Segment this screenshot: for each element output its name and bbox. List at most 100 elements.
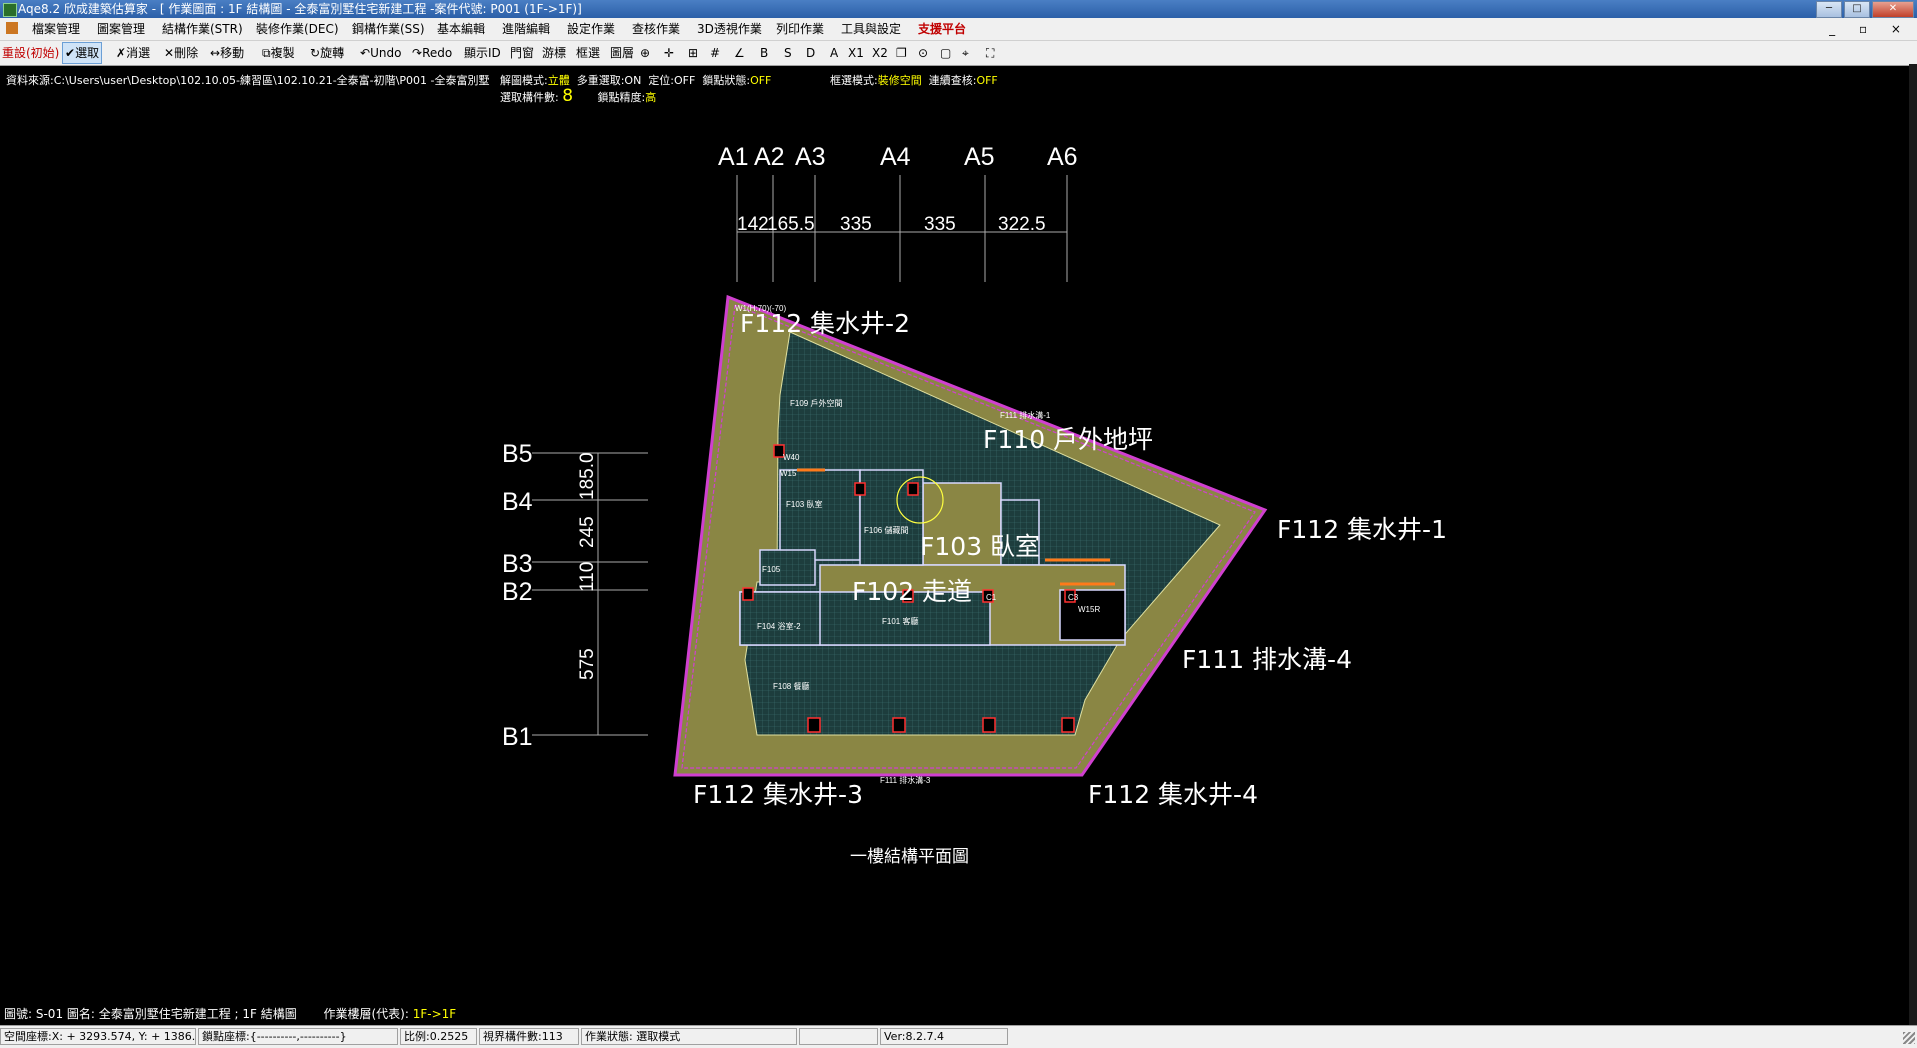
region-f102: F102 走道 [852,577,972,606]
floor-value: 1F->1F [412,1007,457,1021]
label-c1: C1 [986,593,997,602]
door-window-button[interactable]: 門窗 [510,42,534,64]
tool-a[interactable]: A [830,42,838,64]
redo-button[interactable]: ↷Redo [412,42,452,64]
menu-check[interactable]: 查核作業 [632,18,680,40]
menu-steel[interactable]: 鋼構作業(SS) [352,18,425,40]
dim-top-5: 322.5 [998,214,1046,235]
zoom-icon[interactable]: ⊙ [918,42,928,64]
window-title: Aqe8.2 欣成建築估算家 - [ 作業圖面 : 1F 結構圖 - 全泰富別墅… [18,2,582,16]
status-version: Ver:8.2.7.4 [880,1028,1008,1045]
snap-box-icon[interactable]: ⊞ [688,42,698,64]
axis-a3: A3 [795,143,826,171]
menu-basic-edit[interactable]: 基本編輯 [437,18,485,40]
dim-top-3: 335 [840,214,872,235]
label-f111-small: F111 排水溝-1 [1000,410,1051,420]
cursor-button[interactable]: 游標 [542,42,566,64]
left-axis-labels: B5 B4 B3 B2 B1 [502,440,533,751]
rect-icon[interactable]: ▢ [940,42,951,64]
column[interactable] [907,482,919,496]
delete-button[interactable]: ✕刪除 [164,42,198,64]
resize-grip-icon[interactable] [1903,1032,1915,1044]
menu-settings[interactable]: 設定作業 [567,18,615,40]
mdi-controls[interactable]: _ ▫ × [1829,18,1911,40]
column[interactable] [982,717,996,733]
drawing-caption: 一樓結構平面圖 [850,847,969,867]
region-f103: F103 臥室 [920,532,1040,561]
copy-icon: ⧉ [262,46,271,60]
column[interactable] [1061,717,1075,733]
app-menu-icon[interactable] [6,22,18,34]
deselect-button[interactable]: ✗消選 [116,42,150,64]
dim-top-1: 142 [737,214,769,235]
layer-button[interactable]: 圖層 [610,42,634,64]
maximize-button[interactable]: □ [1844,1,1870,18]
window-icon[interactable]: ❐ [896,42,907,64]
menu-tools[interactable]: 工具與設定 [841,18,901,40]
copy-button[interactable]: ⧉複製 [262,42,295,64]
dim-left-3: 110 [577,562,598,592]
redo-icon: ↷ [412,46,423,60]
tool-d[interactable]: D [806,42,815,64]
tool-s[interactable]: S [784,42,792,64]
column[interactable] [807,717,821,733]
menu-file[interactable]: 檔案管理 [32,18,80,40]
frame-select-button[interactable]: 框選 [576,42,600,64]
crosshair-icon[interactable]: ✛ [664,42,674,64]
label-c3: C3 [1068,593,1079,602]
axis-a4: A4 [880,143,911,171]
left-dimensions: 185.0 245 110 575 [577,452,598,680]
minimize-button[interactable]: ─ [1816,1,1842,18]
fit-icon[interactable]: ⛶ [986,42,994,64]
menu-3d[interactable]: 3D透視作業 [697,18,762,40]
angle-icon[interactable]: ∠ [734,42,745,64]
label-f108: F108 餐廳 [773,681,809,691]
drawing-canvas[interactable]: A1 A2 A3 A4 A5 A6 142 165.5 335 335 322.… [0,100,1917,1000]
column[interactable] [742,587,754,601]
axis-a6: A6 [1047,143,1078,171]
select-button[interactable]: ✔選取 [62,42,103,64]
deselect-icon: ✗ [116,46,127,60]
tool-x2[interactable]: X2 [872,42,888,64]
menu-decoration[interactable]: 裝修作業(DEC) [256,18,339,40]
undo-icon: ↶ [360,46,371,60]
close-button[interactable]: ✕ [1872,1,1914,18]
column[interactable] [892,717,906,733]
dim-top-2: 165.5 [767,214,815,235]
rotate-button[interactable]: ↻旋轉 [310,42,344,64]
axis-a5: A5 [964,143,995,171]
rotate-icon: ↻ [310,46,321,60]
room-f103-small[interactable] [779,469,861,561]
dim-left-1: 185.0 [577,452,598,500]
move-button[interactable]: ↔移動 [210,42,244,64]
reset-button[interactable]: 重設(初始) [2,42,59,64]
column[interactable] [854,482,866,496]
status-state: 作業狀態: 選取模式 [581,1028,797,1045]
label-w40: W40 [783,453,800,462]
status-empty [799,1028,878,1045]
menu-bar: 檔案管理 圖案管理 結構作業(STR) 裝修作業(DEC) 鋼構作業(SS) 基… [0,18,1917,40]
menu-advanced-edit[interactable]: 進階編輯 [502,18,550,40]
region-f112-3: F112 集水井-3 [693,780,863,809]
menu-print[interactable]: 列印作業 [776,18,824,40]
axis-b2: B2 [502,578,533,606]
menu-pattern[interactable]: 圖案管理 [97,18,145,40]
check-icon: ✔ [65,46,76,60]
grid-icon[interactable]: # [710,42,720,64]
vertical-scrollbar[interactable] [1909,64,1917,1025]
label-f103-small: F103 臥室 [786,499,822,509]
tool-b[interactable]: B [760,42,768,64]
pan-icon[interactable]: ⊕ [640,42,650,64]
zoom-extent-icon[interactable]: ⌖ [962,42,969,64]
region-f112-4: F112 集水井-4 [1088,780,1258,809]
label-f105: F105 [762,565,781,574]
dim-left-2: 245 [577,516,598,548]
label-f106: F106 儲藏間 [864,525,908,535]
region-f112-1: F112 集水井-1 [1277,515,1447,544]
undo-button[interactable]: ↶Undo [360,42,401,64]
tool-x1[interactable]: X1 [848,42,864,64]
menu-support[interactable]: 支援平台 [918,18,966,40]
menu-structure[interactable]: 結構作業(STR) [162,18,243,40]
source-path: 資料來源:C:\Users\user\Desktop\102.10.05-練習區… [6,74,490,87]
show-id-button[interactable]: 顯示ID [464,42,501,64]
